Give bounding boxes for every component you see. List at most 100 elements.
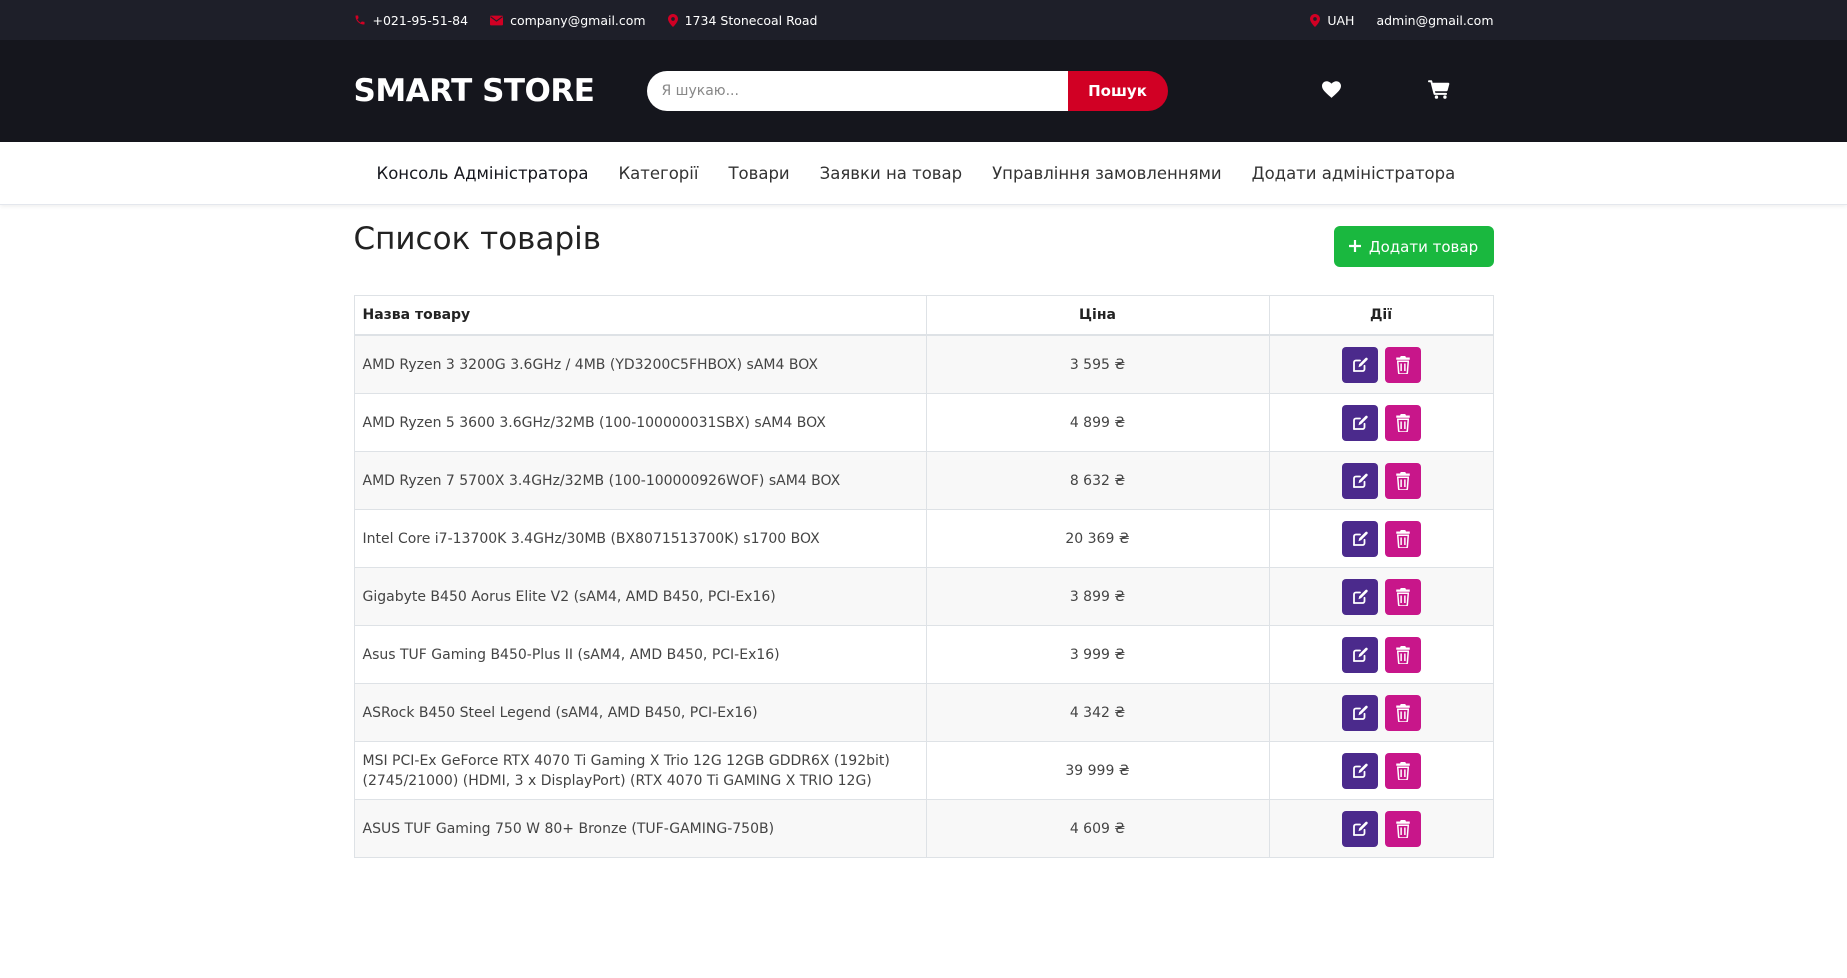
table-row: Gigabyte B450 Aorus Elite V2 (sAM4, AMD … <box>353 567 1494 626</box>
product-actions <box>1268 741 1494 800</box>
delete-product-button[interactable] <box>1384 346 1421 383</box>
delete-product-button[interactable] <box>1384 520 1421 557</box>
product-name: AMD Ryzen 7 5700X 3.4GHz/32MB (100-10000… <box>353 451 927 510</box>
heart-icon[interactable] <box>1321 80 1341 102</box>
search-input[interactable] <box>646 71 1068 111</box>
table-row: AMD Ryzen 3 3200G 3.6GHz / 4MB (YD3200C5… <box>353 334 1494 394</box>
product-actions <box>1268 393 1494 452</box>
delete-product-button[interactable] <box>1384 636 1421 673</box>
delete-product-button[interactable] <box>1384 578 1421 615</box>
product-name: MSI PCI-Ex GeForce RTX 4070 Ti Gaming X … <box>353 741 927 800</box>
edit-icon <box>1351 646 1369 664</box>
edit-icon <box>1351 530 1369 548</box>
product-name: Asus TUF Gaming B450-Plus II (sAM4, AMD … <box>353 625 927 684</box>
table-row: Asus TUF Gaming B450-Plus II (sAM4, AMD … <box>353 625 1494 684</box>
product-name: Gigabyte B450 Aorus Elite V2 (sAM4, AMD … <box>353 567 927 626</box>
address-contact[interactable]: 1734 Stonecoal Road <box>667 12 818 28</box>
phone-contact[interactable]: +021-95-51-84 <box>354 12 469 28</box>
edit-icon <box>1351 762 1369 780</box>
edit-product-button[interactable] <box>1341 636 1378 673</box>
add-product-label: Додати товар <box>1368 237 1479 256</box>
trash-icon <box>1395 703 1411 722</box>
product-actions <box>1268 799 1494 858</box>
product-actions <box>1268 567 1494 626</box>
trash-icon <box>1395 413 1411 432</box>
map-marker-icon <box>667 13 678 27</box>
products-table: Назва товару Ціна Дії AMD Ryzen 3 3200G … <box>353 295 1494 858</box>
search-form: Пошук <box>646 71 1168 111</box>
page-title: Список товарів <box>353 221 602 257</box>
product-price: 4 899 ₴ <box>925 393 1270 452</box>
product-price: 8 632 ₴ <box>925 451 1270 510</box>
product-name: Intel Core i7-13700K 3.4GHz/30MB (BX8071… <box>353 509 927 568</box>
email-text: company@gmail.com <box>510 12 646 28</box>
product-actions <box>1268 334 1494 394</box>
column-header-name: Назва товару <box>353 295 927 336</box>
edit-product-button[interactable] <box>1341 578 1378 615</box>
currency-selector[interactable]: UAH <box>1310 13 1354 28</box>
edit-product-button[interactable] <box>1341 346 1378 383</box>
table-row: MSI PCI-Ex GeForce RTX 4070 Ti Gaming X … <box>353 741 1494 800</box>
delete-product-button[interactable] <box>1384 810 1421 847</box>
product-actions <box>1268 625 1494 684</box>
edit-icon <box>1351 704 1369 722</box>
edit-product-button[interactable] <box>1341 404 1378 441</box>
product-actions <box>1268 451 1494 510</box>
product-price: 4 342 ₴ <box>925 683 1270 742</box>
cart-icon[interactable] <box>1427 79 1450 103</box>
trash-icon <box>1395 529 1411 548</box>
product-actions <box>1268 683 1494 742</box>
product-name: ASRock B450 Steel Legend (sAM4, AMD B450… <box>353 683 927 742</box>
delete-product-button[interactable] <box>1384 752 1421 789</box>
edit-product-button[interactable] <box>1341 520 1378 557</box>
phone-icon <box>354 14 366 26</box>
table-row: AMD Ryzen 7 5700X 3.4GHz/32MB (100-10000… <box>353 451 1494 510</box>
product-name: AMD Ryzen 5 3600 3.6GHz/32MB (100-100000… <box>353 393 927 452</box>
product-actions <box>1268 509 1494 568</box>
table-row: Intel Core i7-13700K 3.4GHz/30MB (BX8071… <box>353 509 1494 568</box>
phone-text: +021-95-51-84 <box>372 12 469 28</box>
currency-text: UAH <box>1327 12 1355 28</box>
delete-product-button[interactable] <box>1384 694 1421 731</box>
add-product-button[interactable]: Додати товар <box>1333 226 1494 267</box>
trash-icon <box>1395 355 1411 374</box>
envelope-icon <box>490 15 504 26</box>
edit-product-button[interactable] <box>1341 752 1378 789</box>
user-email-text: admin@gmail.com <box>1376 12 1494 28</box>
store-logo[interactable]: SMART STORE <box>354 73 647 109</box>
product-price: 39 999 ₴ <box>925 741 1270 800</box>
nav-list: Консоль Адміністратора Категорії Товари … <box>354 164 1456 183</box>
address-text: 1734 Stonecoal Road <box>684 12 818 28</box>
table-row: AMD Ryzen 5 3600 3.6GHz/32MB (100-100000… <box>353 393 1494 452</box>
currency-icon <box>1310 13 1321 27</box>
nav-item-admin-console[interactable]: Консоль Адміністратора <box>377 164 589 183</box>
edit-icon <box>1351 414 1369 432</box>
trash-icon <box>1395 645 1411 664</box>
product-name: ASUS TUF Gaming 750 W 80+ Bronze (TUF-GA… <box>353 799 927 858</box>
delete-product-button[interactable] <box>1384 404 1421 441</box>
nav-item-products[interactable]: Товари <box>728 164 789 183</box>
trash-icon <box>1395 761 1411 780</box>
nav-item-categories[interactable]: Категорії <box>618 164 698 183</box>
column-header-price: Ціна <box>925 295 1270 336</box>
product-name: AMD Ryzen 3 3200G 3.6GHz / 4MB (YD3200C5… <box>353 334 927 394</box>
plus-icon <box>1348 238 1361 256</box>
nav-item-product-requests[interactable]: Заявки на товар <box>820 164 962 183</box>
search-button[interactable]: Пошук <box>1067 71 1168 111</box>
product-price: 3 595 ₴ <box>925 334 1270 394</box>
email-contact[interactable]: company@gmail.com <box>490 13 646 28</box>
table-row: ASUS TUF Gaming 750 W 80+ Bronze (TUF-GA… <box>353 799 1494 858</box>
trash-icon <box>1395 587 1411 606</box>
product-price: 3 999 ₴ <box>925 625 1270 684</box>
edit-product-button[interactable] <box>1341 694 1378 731</box>
edit-icon <box>1351 588 1369 606</box>
edit-product-button[interactable] <box>1341 810 1378 847</box>
user-account-link[interactable]: admin@gmail.com <box>1376 13 1493 28</box>
nav-item-order-management[interactable]: Управління замовленнями <box>992 164 1222 183</box>
admin-navigation: Консоль Адміністратора Категорії Товари … <box>0 142 1847 205</box>
product-price: 20 369 ₴ <box>925 509 1270 568</box>
nav-item-add-admin[interactable]: Додати адміністратора <box>1252 164 1456 183</box>
edit-product-button[interactable] <box>1341 462 1378 499</box>
edit-icon <box>1351 820 1369 838</box>
delete-product-button[interactable] <box>1384 462 1421 499</box>
